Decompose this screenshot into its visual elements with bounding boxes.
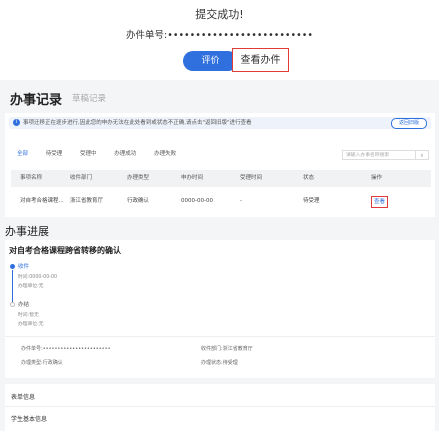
tab-all[interactable]: 全部 [17, 151, 28, 157]
receive-dept: 浙江省教育厅 [70, 198, 104, 204]
order-number-label: 办件单号: [126, 30, 168, 41]
info-order-number: 办件单号:••••••••••••••••••••••• [21, 345, 111, 352]
timeline-line [12, 270, 13, 302]
search-icon[interactable]: ⌕ [416, 150, 429, 160]
column-header: 受理时间 [240, 175, 263, 181]
column-header: 操作 [371, 175, 383, 181]
search-input[interactable]: 请输入办事名称搜索 [342, 150, 416, 160]
step-time: 时间:0000-00-00 [18, 275, 58, 280]
info-label: 收件部门: [201, 346, 223, 352]
step-active-dot [10, 264, 15, 269]
info-label: 办理类型: [21, 360, 43, 366]
info-value: 待受理 [222, 360, 238, 366]
back-to-old-version-button[interactable]: 返回旧版 [391, 118, 427, 129]
info-icon: i [13, 119, 20, 126]
column-header: 状态 [303, 175, 315, 181]
info-label: 办理状态: [201, 360, 223, 366]
success-message: 提交成功! [195, 8, 244, 21]
tab-failed[interactable]: 办理失败 [154, 151, 176, 157]
rate-button[interactable]: 评价 [183, 51, 238, 71]
draft-records-tab[interactable]: 草稿记录 [72, 92, 106, 104]
handle-type: 行政确认 [127, 198, 150, 204]
tab-success[interactable]: 办理成功 [114, 151, 136, 157]
submit-result-panel: 提交成功! 办件单号:•••••••••••••••••••••••••• 评价… [0, 0, 439, 80]
table-header: 事项名称 收件部门 办理类型 申办时间 受理时间 状态 操作 [11, 170, 431, 187]
info-value: 浙江省教育厅 [222, 346, 253, 352]
form-info-card: 表单信息 学生基本信息 [5, 384, 435, 431]
process-name: 对自考合格课程跨省转移的确认 [9, 246, 121, 255]
tab-processing[interactable]: 受理中 [80, 151, 97, 157]
student-info-title: 学生基本信息 [11, 416, 48, 423]
view-link-label[interactable]: 查看 [371, 196, 389, 208]
step-time: 时间:暂无 [18, 313, 39, 318]
migration-notice: i 事项迁移正在逐步进行,因此您的申办无法在此处看到或状态不正确,请点击"返回旧版… [9, 117, 431, 129]
step-dept: 办理单位:无 [18, 322, 44, 327]
step-name: 收件 [18, 264, 30, 270]
status-tabs: 全部 待受理 受理中 办理成功 办理失败 [17, 149, 192, 157]
view-link[interactable]: 查看 [371, 193, 389, 211]
column-header: 收件部门 [70, 175, 93, 181]
item-name[interactable]: 对自考合格课程... [20, 193, 64, 210]
step-name: 办结 [18, 302, 30, 308]
order-number-value: •••••••••••••••••••••••••• [167, 30, 313, 41]
divider [5, 406, 435, 407]
step-dept: 办理单位:无 [18, 284, 44, 289]
accept-time: - [240, 198, 242, 204]
order-number: 办件单号:•••••••••••••••••••••••••• [0, 27, 439, 41]
info-handle-status: 办理状态:待受理 [201, 359, 238, 366]
column-header: 事项名称 [20, 175, 43, 181]
form-sheet-title: 表单信息 [11, 394, 36, 401]
column-header: 申办时间 [181, 175, 204, 181]
step-pending-dot [10, 302, 15, 307]
progress-card: 对自考合格课程跨省转移的确认 收件 时间:0000-00-00 办理单位:无 办… [5, 240, 435, 378]
column-header: 办理类型 [127, 175, 150, 181]
info-label: 办件单号: [21, 346, 43, 352]
apply-time: 0000-00-00 [181, 198, 213, 204]
tab-pending[interactable]: 待受理 [46, 151, 63, 157]
records-card: i 事项迁移正在逐步进行,因此您的申办无法在此处看到或状态不正确,请点击"返回旧版… [5, 113, 435, 217]
info-value: ••••••••••••••••••••••• [42, 346, 111, 352]
status: 待受理 [303, 198, 320, 204]
divider [5, 336, 435, 337]
table-row: 对自考合格课程... 浙江省教育厅 行政确认 0000-00-00 - 待受理 … [11, 193, 431, 210]
notice-text: 事项迁移正在逐步进行,因此您的申办无法在此处看到或状态不正确,请点击"返回旧版"… [23, 120, 252, 126]
info-handle-type: 办理类型:行政确认 [21, 359, 63, 366]
view-case-button[interactable]: 查看办件 [232, 48, 289, 72]
info-value: 行政确认 [42, 360, 63, 366]
progress-title: 办事进展 [5, 225, 49, 238]
info-receive-dept: 收件部门:浙江省教育厅 [201, 345, 253, 352]
records-title: 办事记录 [10, 93, 63, 108]
